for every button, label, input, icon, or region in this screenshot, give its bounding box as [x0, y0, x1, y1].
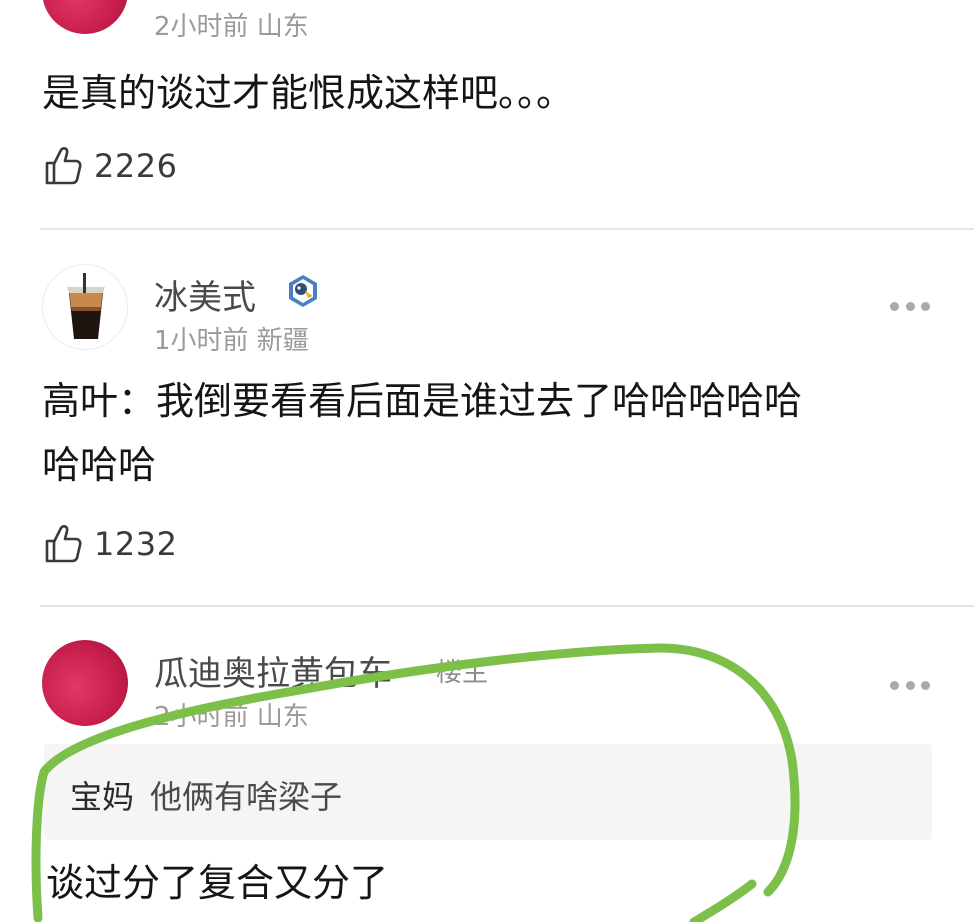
quoted-reply[interactable]: 宝妈 他俩有啥梁子 — [44, 744, 932, 840]
more-dots-icon[interactable] — [890, 680, 930, 690]
comment-text: 是真的谈过才能恨成这样吧。。。 — [42, 71, 575, 115]
iced-coffee-icon — [67, 273, 105, 339]
username[interactable]: 瓜迪奥拉黄包车 — [154, 646, 392, 695]
avatar[interactable] — [42, 0, 128, 34]
verified-badge-icon — [289, 275, 317, 307]
comment-meta: 2小时前 山东 — [154, 12, 309, 42]
quote-text: 他俩有啥梁子 — [150, 778, 343, 816]
divider — [40, 605, 974, 607]
avatar[interactable] — [42, 264, 128, 350]
comment-meta: 2小时前 山东 — [154, 702, 309, 732]
quote-author[interactable]: 宝妈 — [70, 772, 134, 818]
avatar[interactable] — [42, 640, 128, 726]
comment-text-line1: 高叶：我倒要看看后面是谁过去了哈哈哈哈哈 — [42, 379, 803, 423]
comment-meta: 1小时前 新疆 — [154, 326, 309, 356]
op-tag: 楼主 — [436, 658, 489, 688]
divider — [40, 228, 974, 230]
comment-text-line2: 哈哈哈 — [42, 443, 157, 487]
like-button[interactable]: 1232 — [44, 522, 177, 566]
like-button[interactable]: 2226 — [44, 144, 177, 188]
comment-text: 谈过分了复合又分了 — [46, 861, 389, 905]
like-count: 2226 — [94, 147, 178, 185]
thumbs-up-icon — [45, 147, 82, 185]
like-count: 1232 — [94, 525, 178, 563]
username[interactable]: 冰美式 — [154, 270, 256, 319]
more-dots-icon[interactable] — [890, 301, 930, 311]
thumbs-up-icon — [45, 525, 82, 563]
